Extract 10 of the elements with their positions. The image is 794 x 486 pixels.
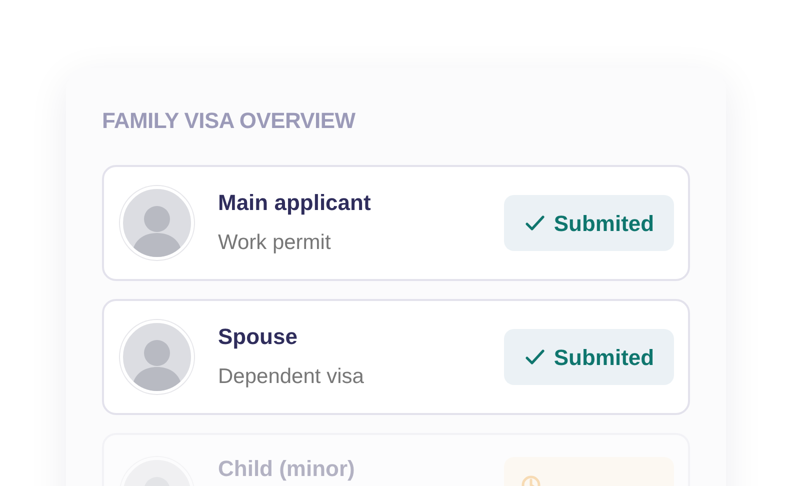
status-badge: Submited: [504, 195, 674, 251]
visa-type: Dependent visa: [218, 364, 365, 390]
applicant-row[interactable]: Spouse Dependent visa Submited: [102, 299, 690, 415]
applicant-name: Spouse: [218, 323, 298, 351]
applicant-name: Main applicant: [218, 189, 372, 217]
panel-title: FAMILY VISA OVERVIEW: [102, 108, 356, 134]
applicant-row[interactable]: Main applicant Work permit Submited: [102, 165, 690, 281]
applicant-name: Child (minor): [218, 457, 356, 481]
visa-type: Work permit: [218, 230, 332, 256]
status-badge: Submited: [504, 329, 674, 385]
